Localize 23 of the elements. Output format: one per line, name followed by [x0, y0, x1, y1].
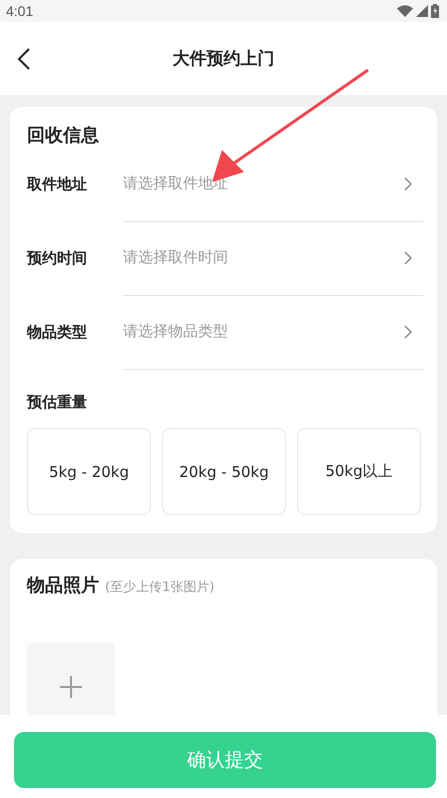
chevron-icon [404, 176, 412, 190]
submit-button[interactable]: 确认提交 [14, 732, 436, 788]
wifi-icon [397, 5, 413, 17]
weight-option[interactable]: 20kg - 50kg [162, 428, 286, 515]
select-field[interactable]: 请选择物品类型 [123, 294, 424, 370]
field-label: 取件地址 [27, 174, 88, 194]
field-label: 预约时间 [27, 248, 88, 268]
section-title: 回收信息 [27, 124, 100, 147]
field-label: 预估重量 [27, 393, 88, 412]
status-time: 4:01 [6, 3, 34, 19]
plus-icon [59, 675, 83, 699]
select-field[interactable]: 请选择取件时间 [123, 220, 424, 296]
page-title: 大件预约上门 [172, 48, 274, 70]
field-label: 物品类型 [27, 322, 88, 342]
chevron-icon [404, 250, 412, 264]
back-icon[interactable] [16, 48, 32, 70]
upload-hint: (至少上传1张图片) [105, 579, 214, 596]
signal-icon [416, 5, 428, 17]
section-title: 物品照片 [27, 574, 99, 597]
weight-option[interactable]: 5kg - 20kg [27, 428, 151, 515]
chevron-icon [404, 324, 412, 338]
weight-option[interactable]: 50kg以上 [297, 428, 421, 515]
battery-icon [431, 4, 439, 18]
